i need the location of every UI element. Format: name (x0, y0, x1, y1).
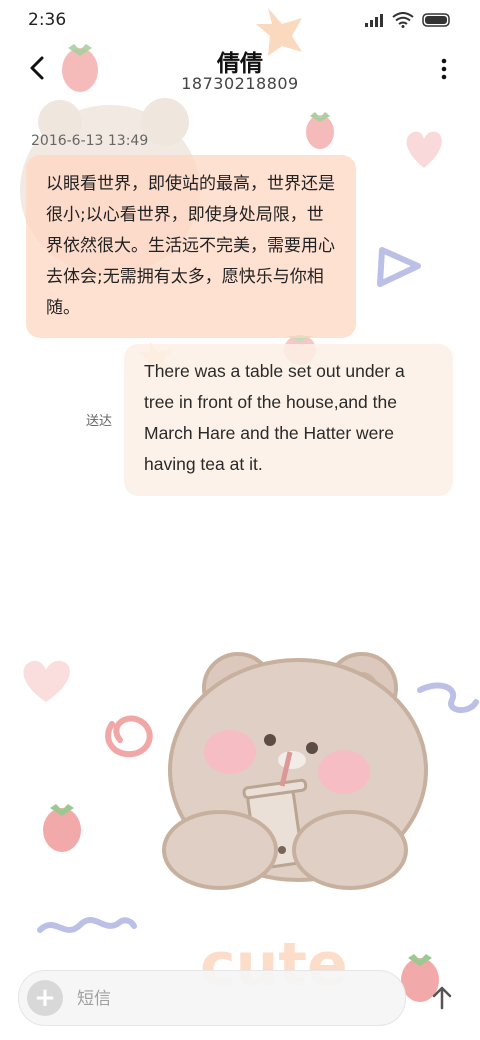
status-bar: 2:36 (0, 0, 480, 40)
more-vertical-icon[interactable] (434, 56, 454, 82)
swirl-decoration (105, 715, 153, 758)
bear-illustration (162, 652, 428, 890)
triangle-decoration (377, 247, 421, 287)
contact-number: 18730218809 (181, 74, 299, 93)
conversation-header: 倩倩 18730218809 (0, 40, 480, 100)
delivery-status: 送达 (86, 414, 113, 429)
battery-icon (422, 13, 450, 27)
message-timestamp: 2016-6-13 13:49 (31, 133, 149, 149)
wave-decoration (37, 917, 137, 933)
send-arrow-icon[interactable] (428, 984, 456, 1012)
message-composer: + (18, 970, 406, 1026)
add-attachment-button[interactable]: + (27, 980, 63, 1016)
squiggle-decoration (417, 682, 479, 713)
outgoing-message-bubble[interactable]: There was a table set out under a tree i… (124, 344, 453, 496)
incoming-message-bubble[interactable]: 以眼看世界，即使站的最高，世界还是很小;以心看世界，即使身处局限，世界依然很大。… (26, 155, 356, 338)
strawberry-decoration (306, 112, 334, 149)
sms-input[interactable] (75, 983, 379, 1015)
status-time: 2:36 (28, 10, 67, 30)
heart-decoration (406, 131, 442, 168)
signal-icon (365, 14, 383, 27)
wifi-icon (392, 12, 414, 28)
plus-icon: + (34, 983, 56, 1013)
heart-decoration (23, 660, 70, 702)
contact-name: 倩倩 (217, 51, 263, 77)
strawberry-decoration (43, 804, 81, 852)
